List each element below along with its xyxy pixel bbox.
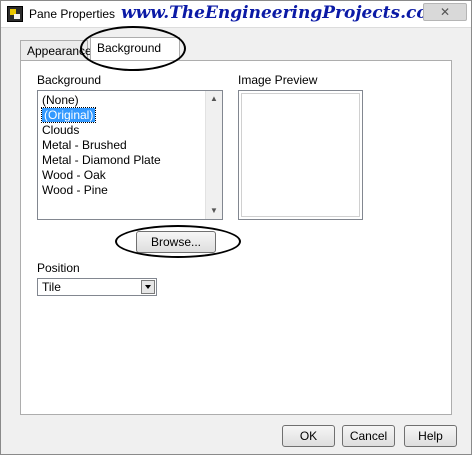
list-item-label: Clouds xyxy=(42,123,80,137)
list-item-label: Wood - Pine xyxy=(42,183,108,197)
list-item-selected[interactable]: (Original) xyxy=(38,107,205,123)
cancel-button[interactable]: Cancel xyxy=(342,425,395,447)
list-item[interactable]: Metal - Brushed xyxy=(38,138,205,153)
browse-button[interactable]: Browse... xyxy=(136,231,216,253)
title-bar: Pane Properties www.TheEngineeringProjec… xyxy=(1,1,471,28)
list-item[interactable]: Clouds xyxy=(38,123,205,138)
list-item[interactable]: (None) xyxy=(38,93,205,108)
background-listbox[interactable]: (None) (Original) Clouds Metal - Brushed… xyxy=(37,90,223,220)
scroll-down-icon[interactable]: ▼ xyxy=(206,203,222,219)
listbox-scrollbar[interactable]: ▲ ▼ xyxy=(205,91,222,219)
scroll-up-icon[interactable]: ▲ xyxy=(206,91,222,107)
ok-button[interactable]: OK xyxy=(282,425,335,447)
image-preview-box xyxy=(238,90,363,220)
list-item-label: Metal - Brushed xyxy=(42,138,127,152)
chevron-down-icon[interactable] xyxy=(141,280,155,294)
position-label: Position xyxy=(37,261,80,275)
watermark-text: www.TheEngineeringProjects.com xyxy=(121,3,446,23)
list-item[interactable]: Wood - Oak xyxy=(38,168,205,183)
list-item[interactable]: Metal - Diamond Plate xyxy=(38,153,205,168)
image-preview-label: Image Preview xyxy=(238,73,318,87)
list-item-label: Wood - Oak xyxy=(42,168,106,182)
position-select-value: Tile xyxy=(42,280,61,294)
background-list: (None) (Original) Clouds Metal - Brushed… xyxy=(38,93,205,198)
tab-background[interactable]: Background xyxy=(90,37,180,61)
list-item-label: (Original) xyxy=(40,107,97,123)
list-item[interactable]: Wood - Pine xyxy=(38,183,205,198)
help-button[interactable]: Help xyxy=(404,425,457,447)
list-item-label: (None) xyxy=(42,93,79,107)
list-item-label: Metal - Diamond Plate xyxy=(42,153,161,167)
window-title: Pane Properties xyxy=(29,7,116,21)
position-select[interactable]: Tile xyxy=(37,278,157,296)
close-icon[interactable] xyxy=(423,3,467,21)
background-label: Background xyxy=(37,73,102,87)
tab-appearance[interactable]: Appearance xyxy=(20,40,92,60)
labview-app-icon xyxy=(7,6,23,22)
